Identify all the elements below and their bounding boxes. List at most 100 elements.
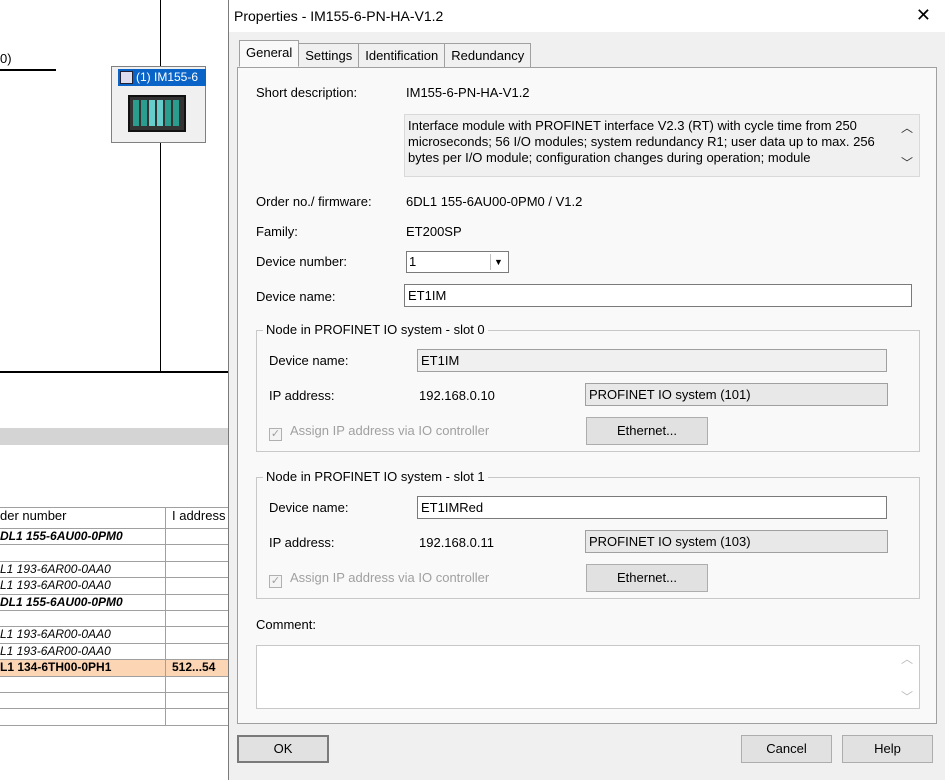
address-cell — [166, 562, 230, 577]
address-cell — [166, 529, 230, 544]
slot1-system-field: PROFINET IO system (103) — [585, 530, 888, 553]
slot1-group: Node in PROFINET IO system - slot 1 Devi… — [256, 469, 920, 599]
table-row[interactable] — [0, 709, 230, 726]
short-description-label: Short description: — [256, 85, 358, 100]
table-row[interactable] — [0, 610, 230, 628]
slot1-device-name-label: Device name: — [269, 500, 349, 515]
scroll-down-icon[interactable]: ﹀ — [901, 688, 913, 705]
order-number-cell: DL1 155-6AU00-0PM0 — [0, 594, 166, 610]
chevron-down-icon[interactable]: ▼ — [490, 254, 506, 270]
table-header: der number I address — [0, 507, 230, 529]
slot1-assign-ip-checkbox: ✓ Assign IP address via IO controller — [269, 570, 490, 588]
order-number-cell: DL1 155-6AU00-0PM0 — [0, 529, 166, 545]
slot0-ip-value: 192.168.0.10 — [419, 388, 495, 403]
slot0-system-field: PROFINET IO system (101) — [585, 383, 888, 406]
column-order-number[interactable]: der number — [0, 508, 166, 528]
table-row[interactable] — [0, 545, 230, 562]
dialog-title: Properties - IM155-6-PN-HA-V1.2 — [234, 8, 444, 24]
scroll-up-icon[interactable]: ︿ — [901, 120, 913, 136]
properties-dialog: Properties - IM155-6-PN-HA-V1.2 ✕ Genera… — [228, 0, 945, 780]
device-name-field[interactable]: ET1IM — [404, 284, 912, 307]
slot0-group: Node in PROFINET IO system - slot 0 Devi… — [256, 322, 920, 452]
module-small-icon — [120, 71, 133, 84]
address-cell — [166, 578, 230, 593]
family-label: Family: — [256, 224, 298, 239]
slot0-legend: Node in PROFINET IO system - slot 0 — [263, 322, 488, 337]
device-number-select[interactable]: 1 ▼ — [406, 251, 509, 273]
order-number-cell — [0, 709, 166, 725]
order-number-cell: L1 193-6AR00-0AA0 — [0, 643, 166, 660]
table-row[interactable]: DL1 155-6AU00-0PM0 — [0, 594, 230, 611]
slot0-assign-ip-checkbox: ✓ Assign IP address via IO controller — [269, 423, 490, 441]
checkbox-checked-icon: ✓ — [269, 575, 282, 588]
address-cell — [166, 611, 230, 626]
order-number-cell: L1 193-6AR00-0AA0 — [0, 578, 166, 594]
table-row[interactable]: L1 193-6AR00-0AA0 — [0, 561, 230, 579]
device-number-label: Device number: — [256, 254, 348, 269]
tab-settings[interactable]: Settings — [298, 43, 360, 67]
family-value: ET200SP — [406, 224, 462, 239]
checkbox-checked-icon: ✓ — [269, 428, 282, 441]
order-number-value: 6DL1 155-6AU00-0PM0 / V1.2 — [406, 194, 583, 209]
slot0-device-name-field: ET1IM — [417, 349, 887, 372]
table-row[interactable] — [0, 676, 230, 693]
comment-field[interactable]: ︿ ﹀ — [256, 645, 920, 709]
tab-strip: General Settings Identification Redundan… — [239, 40, 532, 67]
order-number-cell — [0, 545, 166, 561]
slot1-device-name-field[interactable]: ET1IMRed — [417, 496, 887, 519]
address-cell — [166, 545, 230, 560]
table-row[interactable]: DL1 155-6AU00-0PM0 — [0, 529, 230, 546]
order-number-cell: L1 134-6TH00-0PH1 — [0, 660, 166, 676]
slot1-ethernet-button[interactable]: Ethernet... — [586, 564, 708, 592]
address-cell — [166, 709, 230, 724]
address-cell — [166, 693, 230, 708]
table-row[interactable]: L1 193-6AR00-0AA0 — [0, 578, 230, 595]
description-box[interactable]: Interface module with PROFINET interface… — [404, 114, 920, 177]
station-module-label[interactable]: (1) IM155-6 — [118, 69, 206, 86]
address-cell — [166, 677, 230, 692]
help-button[interactable]: Help — [842, 735, 933, 763]
order-number-cell — [0, 692, 166, 709]
tab-redundancy[interactable]: Redundancy — [444, 43, 532, 67]
device-name-label: Device name: — [256, 289, 336, 304]
module-table: der number I address DL1 155-6AU00-0PM0 L… — [0, 507, 230, 726]
order-number-cell — [0, 610, 166, 627]
slot0-ip-label: IP address: — [269, 388, 335, 403]
close-icon[interactable]: ✕ — [916, 6, 931, 24]
scroll-up-icon[interactable]: ︿ — [901, 650, 913, 667]
address-cell — [166, 627, 230, 642]
connector-label: 0) — [0, 51, 12, 66]
tab-identification[interactable]: Identification — [358, 43, 446, 67]
slot0-device-name-label: Device name: — [269, 353, 349, 368]
slot1-ip-value: 192.168.0.11 — [419, 535, 494, 550]
ok-button[interactable]: OK — [237, 735, 329, 763]
slot0-ethernet-button[interactable]: Ethernet... — [586, 417, 708, 445]
table-row[interactable]: L1 193-6AR00-0AA0 — [0, 627, 230, 644]
general-panel: Short description: IM155-6-PN-HA-V1.2 In… — [237, 67, 937, 724]
short-description-value: IM155-6-PN-HA-V1.2 — [406, 85, 530, 100]
address-cell — [166, 595, 230, 610]
order-number-cell: L1 193-6AR00-0AA0 — [0, 627, 166, 643]
table-row[interactable]: L1 193-6AR00-0AA0 — [0, 643, 230, 661]
address-cell: 512...54 — [172, 660, 216, 675]
slot1-ip-label: IP address: — [269, 535, 335, 550]
cancel-button[interactable]: Cancel — [741, 735, 832, 763]
order-number-label: Order no./ firmware: — [256, 194, 372, 209]
description-text: Interface module with PROFINET interface… — [408, 118, 875, 165]
device-number-value: 1 — [409, 254, 417, 269]
profinet-bus-line — [0, 371, 230, 373]
scroll-down-icon[interactable]: ﹀ — [901, 155, 913, 171]
slot1-legend: Node in PROFINET IO system - slot 1 — [263, 469, 488, 484]
address-cell — [166, 644, 230, 659]
comment-label: Comment: — [256, 617, 316, 632]
table-row[interactable] — [0, 692, 230, 710]
table-row[interactable]: L1 134-6TH00-0PH1 512...54 — [0, 660, 230, 677]
connector-line — [0, 69, 56, 71]
column-i-address[interactable]: I address — [166, 508, 230, 528]
dialog-titlebar[interactable]: Properties - IM155-6-PN-HA-V1.2 ✕ — [229, 0, 945, 32]
bus-line-vertical — [160, 0, 161, 372]
order-number-cell — [0, 676, 166, 692]
tab-general[interactable]: General — [239, 40, 300, 67]
rack-icon — [128, 95, 186, 132]
order-number-cell: L1 193-6AR00-0AA0 — [0, 561, 166, 578]
